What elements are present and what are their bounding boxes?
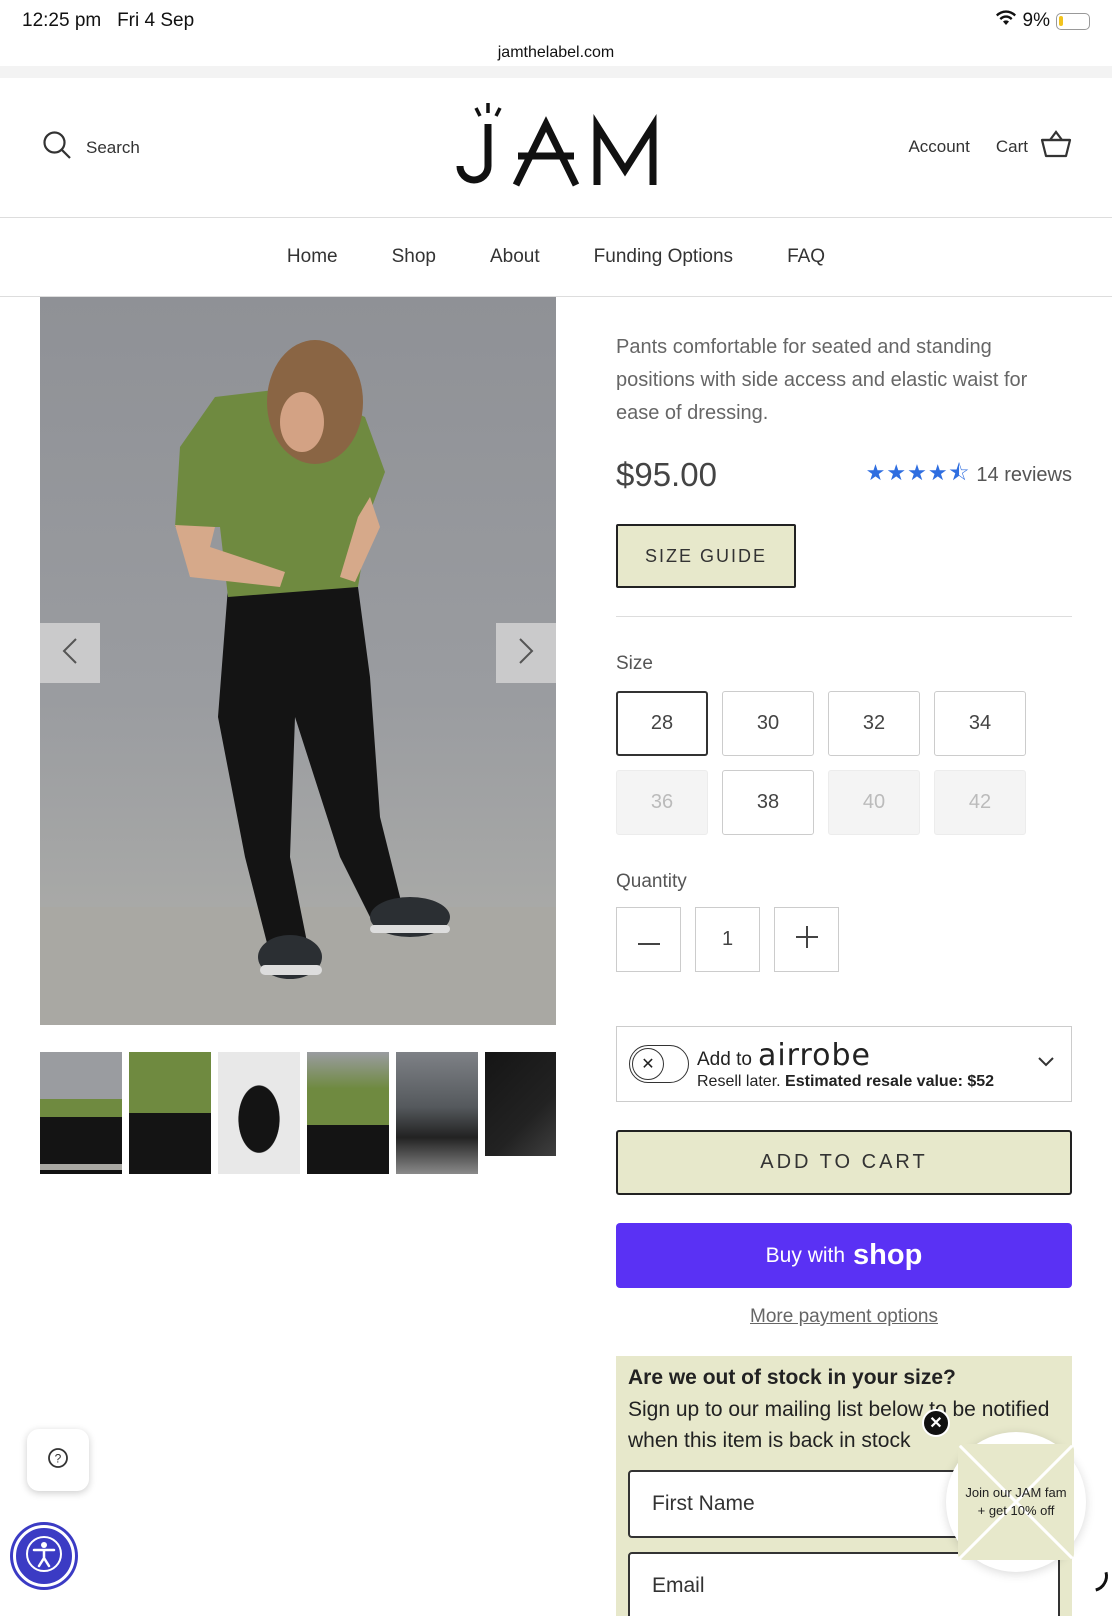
size-options: 28 30 32 34 36 38 40 42 xyxy=(616,691,1072,835)
thumbnail-5[interactable] xyxy=(396,1052,478,1174)
date-text: Fri 4 Sep xyxy=(117,10,195,31)
search-button[interactable]: Search xyxy=(42,130,140,165)
close-icon: ✕ xyxy=(632,1048,664,1080)
chevron-down-icon[interactable] xyxy=(1037,1055,1055,1073)
airrobe-resell: Resell later. xyxy=(697,1072,781,1090)
out-of-stock-title: Are we out of stock in your size? xyxy=(628,1366,956,1389)
url-strip xyxy=(0,66,1112,78)
airrobe-brand: airrobe xyxy=(757,1037,871,1073)
nav-item-shop[interactable]: Shop xyxy=(392,246,436,268)
account-link[interactable]: Account xyxy=(908,137,969,157)
quantity-decrease-button[interactable] xyxy=(616,907,681,972)
airrobe-toggle[interactable]: ✕ xyxy=(629,1045,689,1083)
airrobe-text: Add to airrobe Resell later. Estimated r… xyxy=(697,1038,994,1091)
nav-item-home[interactable]: Home xyxy=(287,246,338,268)
chevron-right-icon xyxy=(518,637,534,670)
product-photo xyxy=(40,340,556,1025)
loading-spinner-icon xyxy=(1070,1554,1112,1598)
browser-url[interactable]: jamthelabel.com xyxy=(0,44,1112,62)
cart-label: Cart xyxy=(995,136,1028,156)
gallery-prev-button[interactable] xyxy=(40,623,100,683)
airrobe-add-to: Add to xyxy=(697,1048,752,1070)
quantity-label: Quantity xyxy=(616,871,687,892)
more-payment-options-link[interactable]: More payment options xyxy=(616,1306,1072,1328)
thumbnail-2[interactable] xyxy=(129,1052,211,1174)
basket-icon xyxy=(1040,130,1072,163)
question-icon: ? xyxy=(47,1447,69,1474)
header-actions: Account Cart xyxy=(908,130,1072,163)
chevron-left-icon xyxy=(62,637,78,670)
search-icon xyxy=(42,130,72,165)
svg-text:?: ? xyxy=(55,1451,62,1465)
search-label: Search xyxy=(86,137,140,157)
promo-popup-button[interactable]: Join our JAM fam + get 10% off xyxy=(946,1432,1086,1572)
airrobe-widget: ✕ Add to airrobe Resell later. Estimated… xyxy=(616,1026,1072,1102)
main-nav: Home Shop About Funding Options FAQ xyxy=(0,218,1112,297)
status-time: 12:25 pm Fri 4 Sep xyxy=(22,10,194,32)
promo-text: Join our JAM fam + get 10% off xyxy=(965,1485,1067,1518)
size-label: Size xyxy=(616,653,653,674)
quantity-increase-button[interactable] xyxy=(774,907,839,972)
size-option-28[interactable]: 28 xyxy=(616,691,708,756)
buy-with-label: Buy with xyxy=(765,1243,846,1267)
product-main-image[interactable] xyxy=(40,297,556,1025)
battery-icon xyxy=(1056,12,1090,30)
promo-card: Join our JAM fam + get 10% off xyxy=(958,1444,1074,1560)
add-to-cart-button[interactable]: ADD TO CART xyxy=(616,1130,1072,1195)
quantity-stepper: 1 xyxy=(616,907,1072,972)
price-row: $95.00 ★★★★⯪ 14 reviews xyxy=(616,456,1072,494)
size-option-32[interactable]: 32 xyxy=(828,691,920,756)
thumbnail-3[interactable] xyxy=(218,1052,300,1174)
site-header: Search Account Cart xyxy=(0,78,1112,218)
buy-with-shop-button[interactable]: Buy with shop xyxy=(616,1223,1072,1288)
product-details: Pants comfortable for seated and standin… xyxy=(616,297,1072,1616)
battery-percent: 9% xyxy=(1022,10,1050,31)
size-option-42[interactable]: 42 xyxy=(934,770,1026,835)
accessibility-button[interactable] xyxy=(13,1525,75,1587)
promo-close-button[interactable]: ✕ xyxy=(922,1409,950,1437)
nav-item-about[interactable]: About xyxy=(490,246,540,268)
close-icon: ✕ xyxy=(929,1415,943,1432)
plus-icon xyxy=(795,925,818,954)
gallery-next-button[interactable] xyxy=(496,623,556,683)
help-button[interactable]: ? xyxy=(27,1429,89,1491)
nav-item-funding-options[interactable]: Funding Options xyxy=(594,246,733,268)
thumbnail-6[interactable] xyxy=(485,1052,556,1156)
quantity-input[interactable]: 1 xyxy=(695,907,760,972)
size-option-36[interactable]: 36 xyxy=(616,770,708,835)
reviews-count: 14 reviews xyxy=(976,463,1072,486)
status-bar: 12:25 pm Fri 4 Sep 9% xyxy=(0,0,1112,44)
thumbnail-4[interactable] xyxy=(307,1052,389,1174)
site-logo[interactable] xyxy=(452,100,662,190)
thumbnail-1[interactable] xyxy=(40,1052,122,1174)
product-description: Pants comfortable for seated and standin… xyxy=(616,336,1028,424)
thumbnail-strip xyxy=(40,1052,556,1176)
nav-item-faq[interactable]: FAQ xyxy=(787,246,825,268)
size-guide-button[interactable]: SIZE GUIDE xyxy=(616,524,796,588)
minus-icon xyxy=(637,928,660,951)
star-rating-icon: ★★★★⯪ xyxy=(865,460,971,485)
size-option-34[interactable]: 34 xyxy=(934,691,1026,756)
time-text: 12:25 pm xyxy=(22,10,102,31)
product-price: $95.00 xyxy=(616,456,717,493)
shop-logo: shop xyxy=(853,1239,923,1271)
size-option-40[interactable]: 40 xyxy=(828,770,920,835)
size-option-38[interactable]: 38 xyxy=(722,770,814,835)
accessibility-icon xyxy=(24,1534,64,1579)
divider xyxy=(616,616,1072,617)
status-right: 9% xyxy=(995,10,1090,32)
size-option-30[interactable]: 30 xyxy=(722,691,814,756)
reviews-link[interactable]: ★★★★⯪ 14 reviews xyxy=(866,456,1072,494)
wifi-icon xyxy=(995,10,1017,32)
airrobe-estimate: Estimated resale value: $52 xyxy=(785,1072,995,1090)
cart-link[interactable]: Cart xyxy=(996,130,1072,163)
